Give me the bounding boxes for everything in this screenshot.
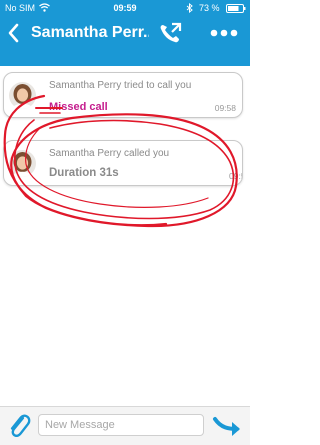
status-bar: No SIM 09:59 73 % [0,0,250,18]
message-time: 09:58 [214,103,236,113]
message-composer [0,406,250,445]
more-dots-icon[interactable] [206,22,242,44]
message-text: Samantha Perry called you [49,148,170,159]
battery-percent: 73 % [199,3,220,13]
hand-drawn-annotation [3,94,238,228]
paperclip-icon[interactable] [6,412,32,440]
conversation-title: Samantha Perr... [31,24,149,41]
nav-bar: Samantha Perr... [0,18,250,48]
chevron-left-icon[interactable] [5,21,23,45]
missed-call-label: Missed call [49,101,108,113]
avatar [9,150,36,177]
new-message-input[interactable] [38,414,204,436]
header: No SIM 09:59 73 % Samantha Perr... [0,0,250,66]
message-time: 09:5 [229,171,242,181]
message-missed-call[interactable]: Samantha Perry tried to call you Missed … [3,72,243,118]
bluetooth-icon [186,2,193,15]
send-arrow-icon[interactable] [212,413,244,439]
battery-icon [226,4,246,15]
message-text: Samantha Perry tried to call you [49,80,192,91]
call-duration-label: Duration 31s [49,167,119,179]
avatar [9,82,36,109]
message-call-duration[interactable]: Samantha Perry called you Duration 31s 0… [3,140,243,186]
phone-icon[interactable] [156,20,186,46]
